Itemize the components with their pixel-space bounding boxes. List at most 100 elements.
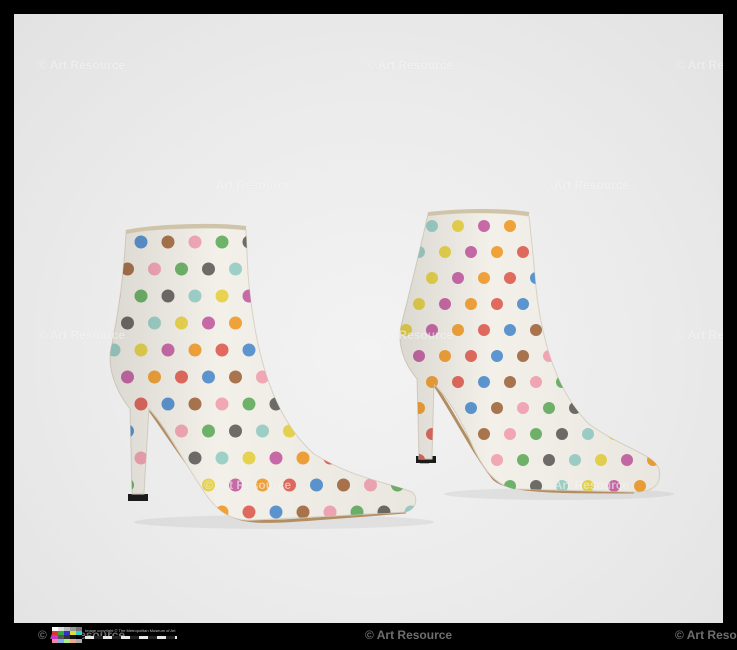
polka-dot [569,298,581,310]
scale-bar [85,636,177,639]
polka-dot [337,370,350,384]
polka-dot [608,376,620,388]
polka-dot [256,316,269,330]
polka-dot [391,262,404,276]
polka-dot [110,397,121,411]
polka-dot [337,316,350,330]
polka-dot [647,350,659,362]
watermark-text: © Art Resource [676,58,723,72]
polka-dot [391,424,404,438]
polka-dot [134,505,148,519]
polka-dot [296,235,310,249]
polka-dot [530,220,542,232]
polka-dot-boots [109,209,674,529]
watermark-text: © Art Resource [542,478,630,492]
polka-dot [296,343,310,357]
polka-dot [608,220,620,232]
polka-dot [161,451,175,465]
watermark-text: © Art Resource [676,328,723,342]
polka-dot [350,343,364,357]
polka-dot [543,246,555,258]
polka-dot [582,220,594,232]
polka-dot [337,262,350,276]
polka-dot [110,505,121,519]
polka-dot [350,235,364,249]
polka-dot [323,235,337,249]
polka-dot [337,424,350,438]
polka-dot [110,235,121,249]
polka-dot [364,370,377,384]
polka-dot [465,454,477,466]
polka-dot [608,272,620,284]
polka-dot [110,451,121,465]
polka-dot [364,262,377,276]
polka-dot [634,220,646,232]
polka-dot [404,235,416,249]
polka-dot [426,480,438,492]
artwork-photo: © Art Resource © Art Resource © Art Reso… [14,14,723,623]
polka-dot [310,262,323,276]
polka-dot [364,424,377,438]
polka-dot [608,324,620,336]
polka-dot [404,451,416,465]
polka-dot [283,370,296,384]
polka-dot [400,220,412,232]
polka-dot [296,289,310,303]
polka-dot [582,376,594,388]
polka-dot [647,246,659,258]
watermark-text: © Art Resource [38,58,126,72]
footer-credit-right: © Art Resource [675,628,737,642]
polka-dot [647,298,659,310]
polka-dot [400,428,412,440]
polka-dot [350,451,364,465]
copyright-notice: Image copyright © The Metropolitan Museu… [85,628,176,633]
polka-dot [377,235,391,249]
polka-dot [350,289,364,303]
polka-dot [269,235,283,249]
watermark-text: © Art Resource [38,328,126,342]
footer-credit-center: © Art Resource [365,628,453,642]
polka-dot [175,478,188,492]
polka-dot [556,272,568,284]
polka-dot [634,324,646,336]
polka-dot [377,289,391,303]
watermark-text: © Art Resource [204,178,292,192]
polka-dot [310,316,323,330]
polka-dot [161,505,175,519]
polka-dot [323,289,337,303]
polka-dot [647,402,659,414]
polka-dot [323,397,337,411]
polka-dot [391,370,404,384]
polka-dot [621,298,633,310]
polka-dot [569,246,581,258]
left-boot-heel-tip [128,494,148,501]
polka-dot [660,428,672,440]
polka-dot [377,397,391,411]
polka-dot [569,350,581,362]
polka-dot [269,343,283,357]
polka-dot [269,289,283,303]
polka-dot [660,220,672,232]
polka-dot [556,324,568,336]
polka-dot [595,350,607,362]
polka-dot [148,424,161,438]
polka-dot [582,324,594,336]
polka-dot [283,316,296,330]
polka-dot [377,451,391,465]
polka-dot [660,480,672,492]
polka-dot [660,376,672,388]
polka-dot [621,350,633,362]
polka-dot [634,428,646,440]
watermark-text: © Art Resource [204,478,292,492]
polka-dot [556,220,568,232]
polka-dot [256,262,269,276]
polka-dot [377,343,391,357]
watermark-text: © Art Resource [542,178,630,192]
right-boot [399,209,672,494]
polka-dot [634,376,646,388]
color-swatch [76,639,82,643]
polka-dot [621,402,633,414]
watermark-text: © Art Resource [366,328,454,342]
polka-dot [595,246,607,258]
polka-dot [310,370,323,384]
